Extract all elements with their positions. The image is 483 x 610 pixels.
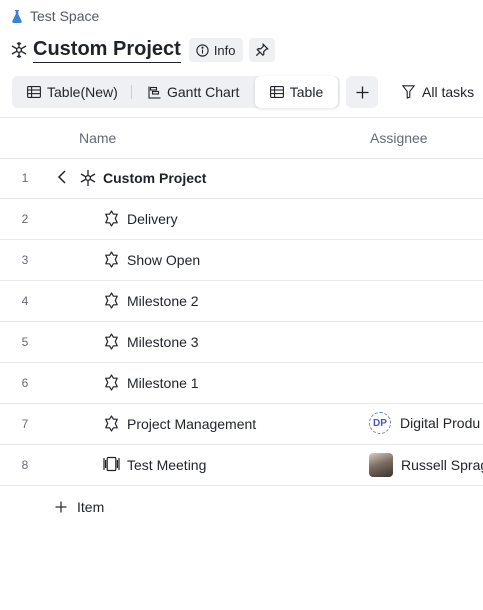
add-view-button[interactable]: [346, 76, 378, 108]
all-tasks-filter[interactable]: All tasks: [402, 76, 474, 108]
table-row[interactable]: 1 Custom Project: [0, 158, 483, 199]
table-header: Name Assignee: [0, 117, 483, 159]
row-number: 4: [21, 294, 29, 308]
add-item-label: Item: [77, 499, 105, 515]
table-row[interactable]: 5 Milestone 3: [0, 322, 483, 363]
snowflake-icon: [80, 170, 96, 186]
assignee-name: Digital Produ: [400, 415, 481, 431]
tab-label: Table(New): [47, 84, 118, 100]
flask-icon: [12, 9, 22, 23]
pin-icon: [255, 43, 269, 57]
table-row[interactable]: 4 Milestone 2: [0, 281, 483, 322]
avatar: DP: [369, 412, 391, 434]
row-number: 1: [21, 171, 29, 185]
task-name[interactable]: Delivery: [127, 211, 178, 227]
row-number: 5: [21, 335, 29, 349]
milestone-icon: [105, 210, 118, 227]
page-title[interactable]: Custom Project: [33, 37, 181, 63]
milestone-icon: [105, 251, 118, 268]
table-icon: [27, 86, 41, 98]
table-row[interactable]: 7 Project Management DP Digital Produ: [0, 404, 483, 445]
tab-gantt-chart[interactable]: Gantt Chart: [148, 76, 239, 108]
task-name[interactable]: Project Management: [127, 416, 256, 432]
table-row[interactable]: 2 Delivery: [0, 199, 483, 240]
plus-icon: [55, 501, 67, 513]
task-name[interactable]: Test Meeting: [127, 457, 206, 473]
info-button[interactable]: Info: [188, 38, 243, 62]
table-row[interactable]: 3 Show Open: [0, 240, 483, 281]
milestone-icon: [105, 333, 118, 350]
tab-label: Gantt Chart: [167, 84, 240, 100]
assignee-name: Russell Sprag: [401, 457, 483, 473]
tab-table[interactable]: Table: [255, 76, 338, 108]
task-name[interactable]: Milestone 2: [127, 293, 199, 309]
info-icon: [196, 43, 209, 57]
title-row: Custom Project Info: [10, 35, 275, 65]
tab-table-new[interactable]: Table(New): [27, 76, 118, 108]
snowflake-icon: [11, 42, 27, 58]
avatar: [369, 453, 393, 477]
row-number: 2: [21, 212, 29, 226]
task-name[interactable]: Milestone 1: [127, 375, 199, 391]
row-number: 8: [21, 458, 29, 472]
row-number: 6: [21, 376, 29, 390]
breadcrumb-space-name: Test Space: [30, 8, 100, 24]
table-icon: [269, 86, 284, 98]
filter-icon: [402, 85, 415, 99]
add-item-button[interactable]: Item: [55, 497, 104, 517]
milestone-icon: [105, 415, 118, 432]
task-name[interactable]: Milestone 3: [127, 334, 199, 350]
column-header-assignee[interactable]: Assignee: [370, 130, 428, 146]
info-label: Info: [213, 42, 236, 58]
row-number: 3: [21, 253, 29, 267]
tab-divider: [131, 85, 132, 99]
meeting-icon: [103, 456, 120, 472]
view-tabs: Table(New) Gantt Chart Table: [12, 76, 340, 108]
filter-label: All tasks: [422, 84, 475, 100]
task-name[interactable]: Custom Project: [103, 170, 206, 186]
row-number: 7: [21, 417, 29, 431]
milestone-icon: [105, 292, 118, 309]
table-row[interactable]: 6 Milestone 1: [0, 363, 483, 404]
gantt-icon: [148, 86, 161, 99]
assignee-cell[interactable]: DP Digital Produ: [369, 412, 480, 434]
column-header-name[interactable]: Name: [79, 130, 116, 146]
plus-icon: [356, 86, 368, 98]
pin-button[interactable]: [248, 38, 275, 62]
tab-label: Table: [289, 84, 324, 100]
chevron-left-icon[interactable]: [55, 169, 69, 185]
milestone-icon: [105, 374, 118, 391]
breadcrumb[interactable]: Test Space: [12, 6, 99, 26]
task-name[interactable]: Show Open: [127, 252, 200, 268]
table-row[interactable]: 8 Test Meeting Russell Sprag: [0, 445, 483, 486]
assignee-cell[interactable]: Russell Sprag: [369, 453, 483, 477]
